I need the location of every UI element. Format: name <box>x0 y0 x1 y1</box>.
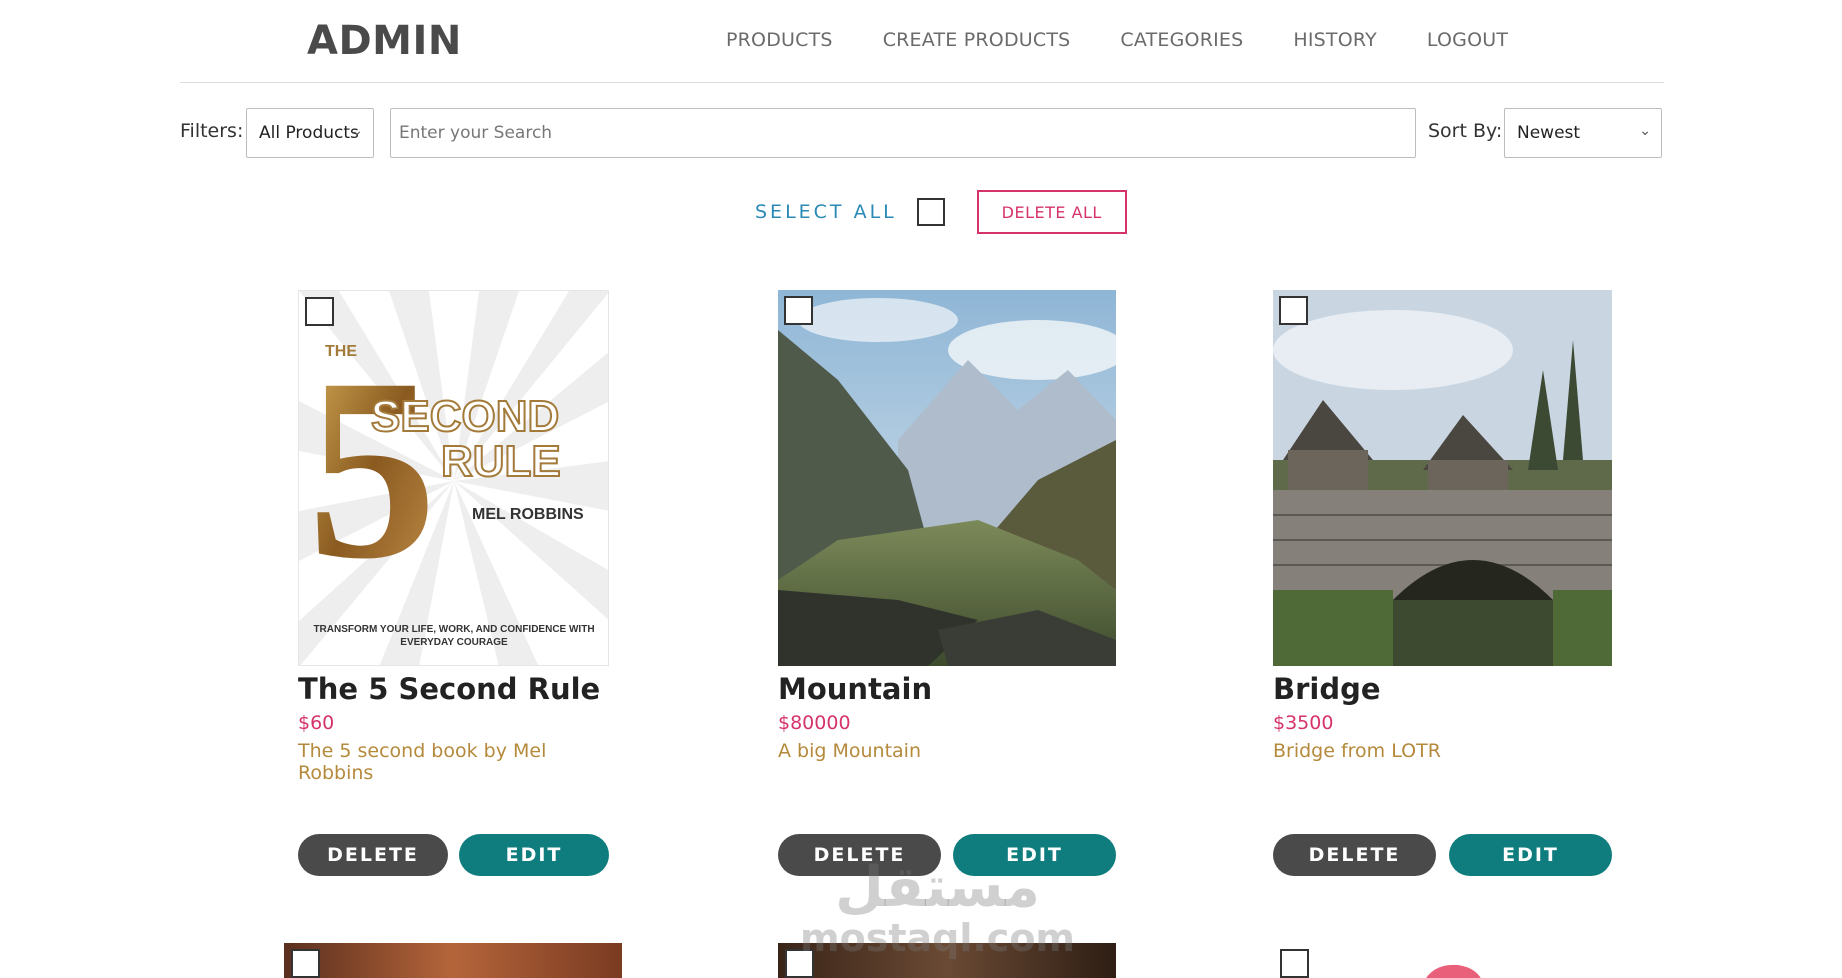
cover-number-5: 5 <box>307 325 437 613</box>
product-select-checkbox[interactable] <box>784 296 813 325</box>
watermark: مستقل mostaql.com <box>800 855 1076 961</box>
category-select-value: All Products <box>259 123 359 143</box>
search-input[interactable] <box>390 108 1416 158</box>
nav-create-products[interactable]: CREATE PRODUCTS <box>883 29 1071 51</box>
top-header: ADMIN PRODUCTS CREATE PRODUCTS CATEGORIE… <box>180 0 1664 83</box>
product-card: Bridge $3500 Bridge from LOTR DELETE EDI… <box>1273 290 1612 876</box>
filters-bar: Filters: All Products ⌄ Sort By: Newest … <box>180 108 1664 158</box>
brand-title: ADMIN <box>307 18 462 64</box>
product-card: THE 5 SECOND RULE MEL ROBBINS TRANSFORM … <box>298 290 609 876</box>
chevron-down-icon: ⌄ <box>1639 123 1651 139</box>
product-title: Bridge <box>1273 672 1381 706</box>
product-select-checkbox[interactable] <box>291 949 320 978</box>
book-cover-graphic: THE 5 SECOND RULE MEL ROBBINS TRANSFORM … <box>299 291 608 665</box>
watermark-latin: mostaql.com <box>800 916 1076 960</box>
product-title: Mountain <box>778 672 933 706</box>
product-price: $60 <box>298 712 335 734</box>
product-select-checkbox[interactable] <box>1279 296 1308 325</box>
cover-author: MEL ROBBINS <box>472 506 584 523</box>
product-title: The 5 Second Rule <box>298 672 601 706</box>
mountain-photo <box>778 290 1116 666</box>
product-image-bridge <box>1273 290 1612 666</box>
nav-logout[interactable]: LOGOUT <box>1427 29 1508 51</box>
cover-text-rule: RULE <box>441 437 561 486</box>
product-image-mountain <box>778 290 1116 666</box>
chevron-down-icon: ⌄ <box>351 123 363 139</box>
delete-button[interactable]: DELETE <box>298 834 448 876</box>
filters-label: Filters: <box>180 120 244 142</box>
product-card: Mountain $80000 A big Mountain DELETE ED… <box>778 290 1116 876</box>
bulk-actions: SELECT ALL DELETE ALL <box>755 189 1127 235</box>
sort-select-value: Newest <box>1517 123 1581 143</box>
nav-categories[interactable]: CATEGORIES <box>1120 29 1243 51</box>
select-all-label: SELECT ALL <box>755 201 897 223</box>
edit-button[interactable]: EDIT <box>1449 834 1612 876</box>
nav-products[interactable]: PRODUCTS <box>726 29 833 51</box>
delete-button[interactable]: DELETE <box>1273 834 1436 876</box>
cover-tagline-1: TRANSFORM YOUR LIFE, WORK, AND CONFIDENC… <box>313 624 594 635</box>
product-select-checkbox[interactable] <box>305 297 334 326</box>
product-image-book-cover: THE 5 SECOND RULE MEL ROBBINS TRANSFORM … <box>298 290 609 666</box>
select-all-checkbox[interactable] <box>916 198 945 226</box>
cover-tagline-2: EVERYDAY COURAGE <box>400 637 508 648</box>
nav-history[interactable]: HISTORY <box>1293 29 1377 51</box>
edit-button[interactable]: EDIT <box>459 834 609 876</box>
product-description: A big Mountain <box>778 740 921 762</box>
cover-text-second: SECOND <box>371 392 559 441</box>
product-description: The 5 second book by Mel Robbins <box>298 740 547 784</box>
product-price: $80000 <box>778 712 851 734</box>
product-card-partial <box>284 943 622 978</box>
main-nav: PRODUCTS CREATE PRODUCTS CATEGORIES HIST… <box>726 29 1558 51</box>
watermark-arabic: مستقل <box>835 855 1040 920</box>
product-price: $3500 <box>1273 712 1334 734</box>
sort-label: Sort By: <box>1428 120 1503 142</box>
category-select[interactable]: All Products ⌄ <box>246 108 374 158</box>
shoe-image-partial <box>1426 964 1481 978</box>
product-actions: DELETE EDIT <box>298 834 609 876</box>
bridge-photo <box>1273 290 1612 666</box>
sort-select[interactable]: Newest ⌄ <box>1504 108 1662 158</box>
product-description: Bridge from LOTR <box>1273 740 1441 762</box>
delete-all-button[interactable]: DELETE ALL <box>976 190 1127 234</box>
product-actions: DELETE EDIT <box>1273 834 1612 876</box>
product-card-partial <box>1273 943 1612 978</box>
